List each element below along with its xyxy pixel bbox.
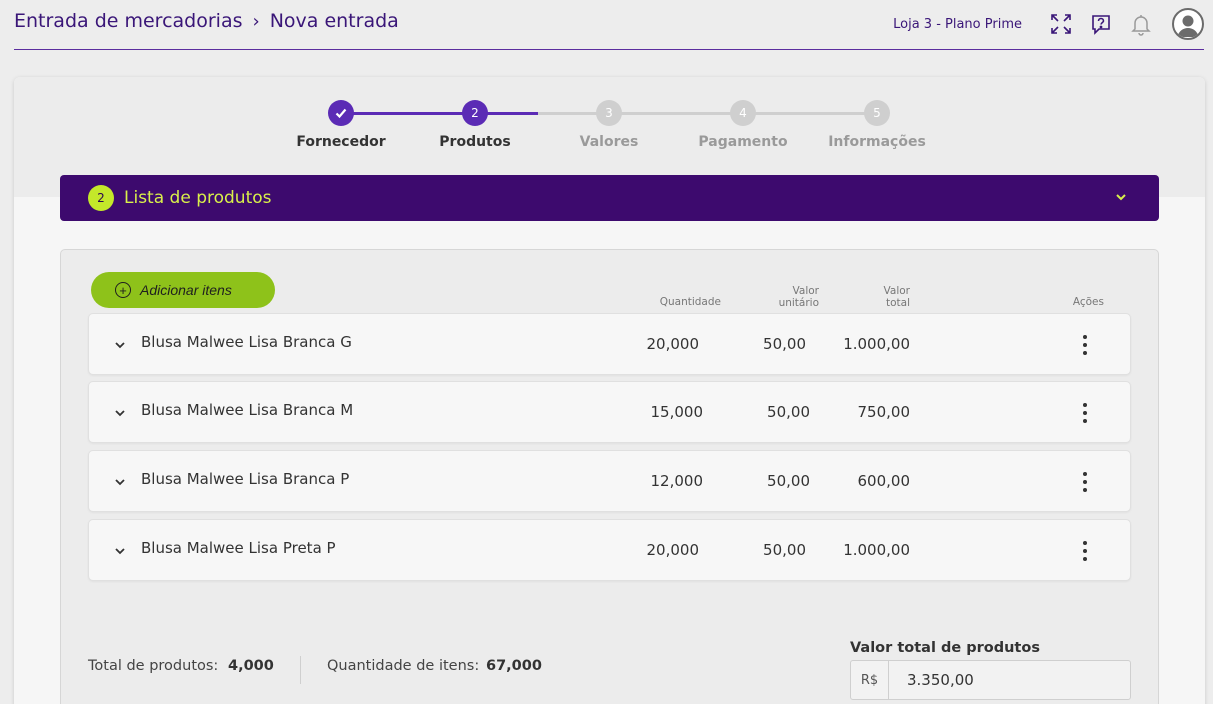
breadcrumb-parent[interactable]: Entrada de mercadorias xyxy=(14,10,242,32)
col-header-unit-value-line1: Valor xyxy=(792,285,819,297)
chevron-down-icon[interactable] xyxy=(113,337,127,356)
bell-icon[interactable] xyxy=(1128,11,1154,37)
product-quantity: 20,000 xyxy=(646,541,700,559)
add-circle-icon: + xyxy=(115,282,131,298)
breadcrumb: Entrada de mercadorias › Nova entrada xyxy=(14,10,399,32)
product-unit-value: 50,00 xyxy=(763,335,806,353)
add-items-label: Adicionar itens xyxy=(140,282,232,298)
col-header-total-value-line2: total xyxy=(885,297,910,309)
chevron-down-icon[interactable] xyxy=(113,543,127,562)
step-informacoes[interactable]: 5 Informações xyxy=(812,100,942,150)
step-number: 2 xyxy=(462,100,488,126)
product-quantity: 20,000 xyxy=(646,335,700,353)
table-row[interactable]: Blusa Malwee Lisa Branca G 20,000 50,00 … xyxy=(88,313,1131,375)
item-quantity-label: Quantidade de itens: xyxy=(327,658,480,674)
table-row[interactable]: Blusa Malwee Lisa Preta P 20,000 50,00 1… xyxy=(88,519,1131,581)
store-label[interactable]: Loja 3 - Plano Prime xyxy=(893,17,1022,32)
chevron-down-icon[interactable] xyxy=(1113,189,1129,209)
col-header-actions: Ações xyxy=(1072,296,1104,308)
step-number: 4 xyxy=(730,100,756,126)
section-title: Lista de produtos xyxy=(124,188,272,208)
add-items-button[interactable]: + Adicionar itens xyxy=(91,272,275,308)
step-label: Pagamento xyxy=(698,134,788,150)
product-unit-value: 50,00 xyxy=(767,403,810,421)
step-produtos[interactable]: 2 Produtos xyxy=(410,100,540,150)
total-products-label: Total de produtos: xyxy=(88,658,219,674)
col-header-total-value: Valor total xyxy=(861,285,910,309)
step-label: Produtos xyxy=(439,134,511,150)
step-fornecedor[interactable]: Fornecedor xyxy=(276,100,406,150)
product-name: Blusa Malwee Lisa Branca G xyxy=(141,333,352,351)
col-header-quantity: Quantidade xyxy=(659,296,721,308)
product-total-value: 750,00 xyxy=(857,403,911,421)
product-quantity: 12,000 xyxy=(650,472,704,490)
total-products-value: 4,000 xyxy=(228,658,274,674)
step-number: 5 xyxy=(864,100,890,126)
step-label: Valores xyxy=(579,134,639,150)
item-quantity-value: 67,000 xyxy=(486,658,542,674)
step-label: Informações xyxy=(828,134,926,150)
step-label: Fornecedor xyxy=(296,134,386,150)
currency-prefix: R$ xyxy=(851,661,889,699)
expand-icon[interactable] xyxy=(1048,11,1074,37)
section-header-produtos[interactable]: 2 Lista de produtos xyxy=(60,175,1159,221)
kebab-menu-icon[interactable] xyxy=(1075,401,1095,425)
header-actions: Loja 3 - Plano Prime xyxy=(893,8,1204,40)
col-header-unit-value: Valor unitário xyxy=(761,285,819,309)
kebab-menu-icon[interactable] xyxy=(1075,470,1095,494)
product-unit-value: 50,00 xyxy=(767,472,810,490)
product-name: Blusa Malwee Lisa Branca M xyxy=(141,401,354,419)
product-quantity: 15,000 xyxy=(650,403,704,421)
kebab-menu-icon[interactable] xyxy=(1075,333,1095,357)
breadcrumb-separator-icon: › xyxy=(252,10,260,32)
divider xyxy=(300,656,301,684)
table-row[interactable]: Blusa Malwee Lisa Branca M 15,000 50,00 … xyxy=(88,381,1131,443)
main-card: Fornecedor 2 Produtos 3 Valores 4 Pagame… xyxy=(14,77,1205,704)
help-icon[interactable] xyxy=(1088,11,1114,37)
section-number: 2 xyxy=(88,185,114,211)
total-value-field: R$ 3.350,00 xyxy=(850,660,1131,700)
step-number: 3 xyxy=(596,100,622,126)
user-avatar-icon[interactable] xyxy=(1172,8,1204,40)
col-header-total-value-line1: Valor xyxy=(883,285,910,297)
kebab-menu-icon[interactable] xyxy=(1075,539,1095,563)
table-row[interactable]: Blusa Malwee Lisa Branca P 12,000 50,00 … xyxy=(88,450,1131,512)
product-name: Blusa Malwee Lisa Preta P xyxy=(141,539,336,557)
step-pagamento[interactable]: 4 Pagamento xyxy=(678,100,808,150)
step-valores[interactable]: 3 Valores xyxy=(544,100,674,150)
total-value-title: Valor total de produtos xyxy=(850,640,1040,656)
product-name: Blusa Malwee Lisa Branca P xyxy=(141,470,350,488)
col-header-unit-value-line2: unitário xyxy=(778,297,819,309)
product-total-value: 600,00 xyxy=(857,472,911,490)
chevron-down-icon[interactable] xyxy=(113,474,127,493)
chevron-down-icon[interactable] xyxy=(113,405,127,424)
breadcrumb-current: Nova entrada xyxy=(269,10,399,32)
product-total-value: 1.000,00 xyxy=(843,335,910,353)
products-panel: + Adicionar itens Quantidade Valor unitá… xyxy=(60,249,1159,704)
product-total-value: 1.000,00 xyxy=(843,541,910,559)
total-value: 3.350,00 xyxy=(907,671,974,689)
stepper: Fornecedor 2 Produtos 3 Valores 4 Pagame… xyxy=(14,77,1205,177)
product-unit-value: 50,00 xyxy=(763,541,806,559)
check-icon xyxy=(328,100,354,126)
top-bar: Entrada de mercadorias › Nova entrada Lo… xyxy=(14,0,1204,50)
